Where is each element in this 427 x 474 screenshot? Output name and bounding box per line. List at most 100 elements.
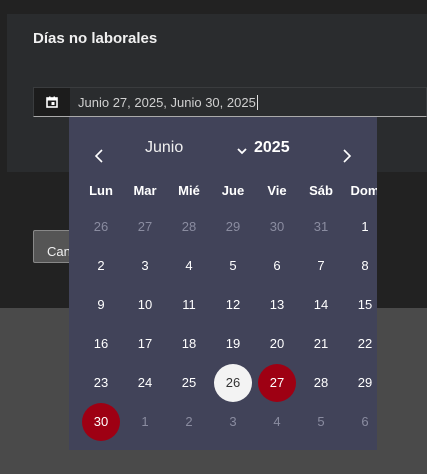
dialog-title: Días no laborales [33, 30, 158, 47]
day-cell[interactable]: 13 [255, 285, 299, 324]
day-cell[interactable]: 17 [123, 324, 167, 363]
date-input-value[interactable]: Junio 27, 2025, Junio 30, 2025 [78, 95, 258, 110]
day-cell[interactable]: 29 [343, 363, 377, 402]
day-cell-outside-month[interactable]: 26 [79, 207, 123, 246]
day-cell-outside-month[interactable]: 29 [211, 207, 255, 246]
next-month-button[interactable] [339, 148, 355, 164]
day-cell[interactable]: 15 [343, 285, 377, 324]
day-cell-selected[interactable]: 27 [255, 363, 299, 402]
year-label[interactable]: 2025 [254, 139, 290, 157]
day-number: 29 [225, 219, 241, 234]
day-number: 12 [225, 297, 241, 312]
weekday-header-row: Lun Mar Mié Jue Vie Sáb Dom [79, 183, 377, 199]
day-number: 5 [229, 258, 237, 273]
day-cell-outside-month[interactable]: 6 [343, 402, 377, 441]
day-number: 27 [137, 219, 153, 234]
text-caret [256, 95, 258, 110]
day-cell[interactable]: 16 [79, 324, 123, 363]
previous-month-button[interactable] [91, 148, 107, 164]
weekday-label: Vie [267, 183, 287, 198]
day-cell-outside-month[interactable]: 30 [255, 207, 299, 246]
day-number: 16 [93, 336, 109, 351]
day-cell[interactable]: 23 [79, 363, 123, 402]
chevron-right-icon [343, 149, 352, 163]
day-number: 9 [97, 297, 105, 312]
day-cell-selected[interactable]: 30 [79, 402, 123, 441]
calendar-icon [46, 96, 58, 108]
day-cell-outside-month[interactable]: 28 [167, 207, 211, 246]
day-cell-outside-month[interactable]: 31 [299, 207, 343, 246]
day-number: 7 [317, 258, 325, 273]
day-number: 13 [269, 297, 285, 312]
day-number: 24 [137, 375, 153, 390]
day-cell[interactable]: 20 [255, 324, 299, 363]
day-number: 20 [269, 336, 285, 351]
day-number: 25 [181, 375, 197, 390]
day-number: 6 [273, 258, 281, 273]
day-cell[interactable]: 3 [123, 246, 167, 285]
weekday-label: Sáb [309, 183, 333, 198]
chevron-left-icon [94, 149, 103, 163]
day-cell[interactable]: 9 [79, 285, 123, 324]
day-number: 6 [361, 414, 369, 429]
day-number: 23 [93, 375, 109, 390]
weekday-label: Dom [350, 183, 377, 198]
day-number: 28 [313, 375, 329, 390]
day-number: 5 [317, 414, 325, 429]
day-cell-today[interactable]: 26 [211, 363, 255, 402]
day-cell-outside-month[interactable]: 1 [123, 402, 167, 441]
weekday-label: Jue [221, 183, 245, 198]
calendar-icon-button[interactable] [34, 88, 70, 116]
day-cell-outside-month[interactable]: 3 [211, 402, 255, 441]
day-number: 3 [141, 258, 149, 273]
day-number: 31 [313, 219, 329, 234]
day-cell[interactable]: 24 [123, 363, 167, 402]
day-number: 30 [82, 402, 120, 441]
day-number: 1 [141, 414, 149, 429]
day-cell[interactable]: 4 [167, 246, 211, 285]
weekday-label: Mié [178, 183, 200, 198]
day-cell[interactable]: 25 [167, 363, 211, 402]
day-number: 1 [361, 219, 369, 234]
day-number: 27 [258, 363, 296, 402]
day-cell[interactable]: 14 [299, 285, 343, 324]
day-cell[interactable]: 21 [299, 324, 343, 363]
day-number: 14 [313, 297, 329, 312]
day-number: 26 [214, 363, 252, 402]
day-cell-outside-month[interactable]: 27 [123, 207, 167, 246]
day-number: 15 [357, 297, 373, 312]
day-cell-outside-month[interactable]: 4 [255, 402, 299, 441]
day-number: 2 [97, 258, 105, 273]
day-number: 17 [137, 336, 153, 351]
day-cell[interactable]: 28 [299, 363, 343, 402]
day-cell[interactable]: 19 [211, 324, 255, 363]
day-number: 19 [225, 336, 241, 351]
day-cell-outside-month[interactable]: 2 [167, 402, 211, 441]
month-select-value: Junio [145, 139, 184, 156]
day-number: 18 [181, 336, 197, 351]
day-number: 4 [273, 414, 281, 429]
day-number: 30 [269, 219, 285, 234]
day-number: 11 [182, 297, 196, 312]
day-number: 10 [137, 297, 153, 312]
month-select[interactable]: Junio [145, 139, 247, 161]
day-cell[interactable]: 22 [343, 324, 377, 363]
day-cell[interactable]: 6 [255, 246, 299, 285]
day-cell[interactable]: 8 [343, 246, 377, 285]
day-cell[interactable]: 1 [343, 207, 377, 246]
day-cell[interactable]: 10 [123, 285, 167, 324]
date-picker-popup: Junio 2025 Lun Mar Mié Jue Vie Sáb Dom 26 27 28 2… [69, 117, 377, 450]
day-cell[interactable]: 18 [167, 324, 211, 363]
day-cell[interactable]: 12 [211, 285, 255, 324]
day-number: 3 [229, 414, 237, 429]
day-cell[interactable]: 11 [167, 285, 211, 324]
day-number: 21 [313, 336, 329, 351]
weekday-label: Mar [133, 183, 157, 198]
day-cell[interactable]: 7 [299, 246, 343, 285]
day-number: 28 [181, 219, 197, 234]
date-input-field[interactable]: Junio 27, 2025, Junio 30, 2025 [33, 87, 427, 117]
day-cell[interactable]: 5 [211, 246, 255, 285]
day-number: 26 [93, 219, 109, 234]
day-cell[interactable]: 2 [79, 246, 123, 285]
day-cell-outside-month[interactable]: 5 [299, 402, 343, 441]
